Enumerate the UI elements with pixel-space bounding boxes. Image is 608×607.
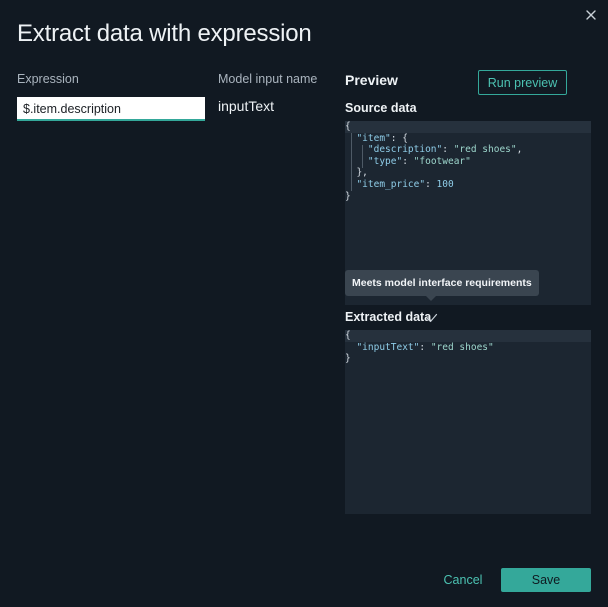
expression-input[interactable]: [17, 97, 205, 121]
close-icon[interactable]: [583, 7, 599, 23]
code-line: }: [345, 353, 351, 365]
code-line: "item_price": 100: [356, 178, 454, 190]
save-button[interactable]: Save: [501, 568, 591, 592]
indent-guide: [362, 145, 363, 168]
code-line: "type": "footwear": [367, 155, 471, 167]
dialog-title: Extract data with expression: [17, 20, 312, 47]
preview-heading: Preview: [345, 72, 398, 88]
extract-data-dialog: Extract data with expression Expression …: [0, 0, 608, 607]
source-data-label: Source data: [345, 101, 417, 115]
model-input-name: inputText: [218, 98, 275, 114]
code-line: "inputText": "red shoes": [356, 341, 494, 353]
code-line: "description": "red shoes",: [367, 144, 523, 156]
check-icon: [426, 311, 438, 323]
indent-guide: [351, 133, 352, 191]
code-line: {: [345, 121, 591, 133]
cancel-button[interactable]: Cancel: [432, 568, 494, 592]
requirements-tooltip: Meets model interface requirements: [345, 270, 539, 296]
code-line: "item": {: [356, 132, 408, 144]
code-line: },: [345, 167, 368, 179]
extracted-data-panel[interactable]: { "inputText": "red shoes" }: [345, 330, 591, 514]
expression-label: Expression: [17, 72, 79, 86]
extracted-data-label: Extracted data: [345, 310, 432, 324]
run-preview-button[interactable]: Run preview: [478, 70, 567, 95]
model-input-name-label: Model input name: [218, 72, 318, 86]
code-line: {: [345, 330, 591, 342]
tooltip-arrow: [426, 296, 436, 301]
code-line: }: [345, 190, 351, 202]
